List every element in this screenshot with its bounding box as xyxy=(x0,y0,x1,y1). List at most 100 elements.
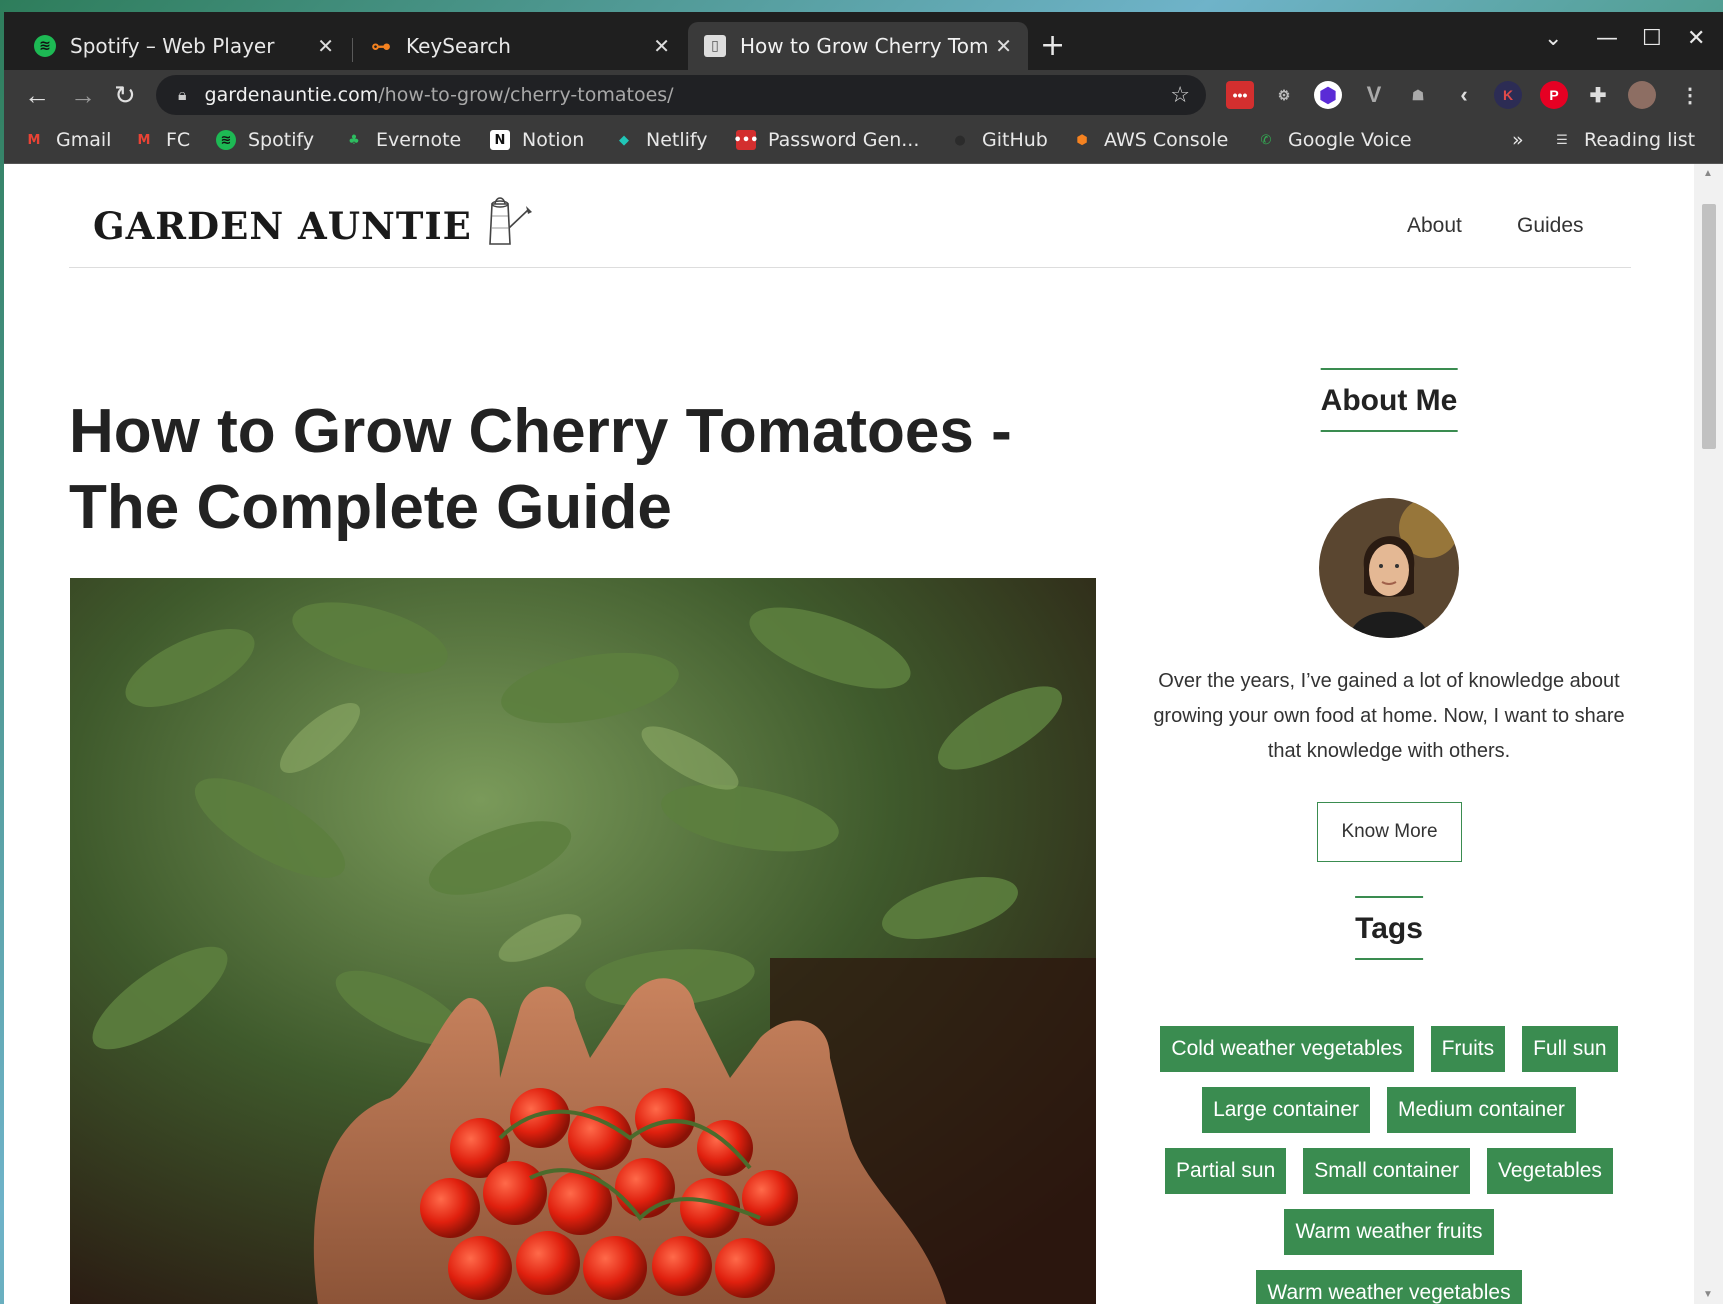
bookmark-evernote[interactable]: ♣ Evernote xyxy=(344,129,461,151)
bookmark-label: Gmail xyxy=(56,129,112,151)
bookmark-netlify[interactable]: ◆ Netlify xyxy=(614,129,708,151)
tag-row: Partial sun Small container Vegetables xyxy=(1134,1148,1644,1194)
tag-fruits[interactable]: Fruits xyxy=(1430,1026,1506,1072)
tags-list: Cold weather vegetables Fruits Full sun … xyxy=(1134,1026,1644,1304)
address-bar[interactable]: 🔒︎ gardenauntie.com/how-to-grow/cherry-t… xyxy=(156,75,1206,115)
tag-cold-weather-vegetables[interactable]: Cold weather vegetables xyxy=(1160,1026,1414,1072)
bookmark-label: GitHub xyxy=(982,129,1048,151)
bookmark-star-icon[interactable]: ☆ xyxy=(1170,83,1190,108)
profile-avatar[interactable] xyxy=(1628,81,1656,109)
bookmark-label: Notion xyxy=(522,129,585,151)
hexagon-extension-icon[interactable]: ⬢ xyxy=(1314,81,1342,109)
bookmark-label: Spotify xyxy=(248,129,315,151)
bookmark-github[interactable]: ● GitHub xyxy=(950,129,1048,151)
tag-row: Large container Medium container xyxy=(1134,1087,1644,1133)
site-logo[interactable]: GARDEN AUNTIE xyxy=(93,194,534,248)
scroll-down-arrow-icon[interactable]: ▼ xyxy=(1703,1289,1713,1300)
web-page: GARDEN AUNTIE About Guides How to Grow C… xyxy=(4,164,1694,1304)
tag-small-container[interactable]: Small container xyxy=(1303,1148,1470,1194)
tab-cherry-tomatoes[interactable]: ▯ How to Grow Cherry Toma ✕ xyxy=(688,22,1028,70)
lock-icon[interactable]: 🔒︎ xyxy=(178,85,187,105)
bookmark-spotify[interactable]: ≋ Spotify xyxy=(216,129,314,151)
bookmarks-bar: M Gmail M FC ≋ Spotify ♣ Evernote N Notion ◆ N… xyxy=(4,120,1723,164)
watering-can-icon xyxy=(489,197,532,245)
bookmark-google-voice[interactable]: ✆ Google Voice xyxy=(1256,129,1412,151)
page-scrollbar[interactable]: ▲ ▼ xyxy=(1694,164,1723,1304)
tag-warm-weather-vegetables[interactable]: Warm weather vegetables xyxy=(1256,1270,1522,1304)
cherry-tomatoes-photo xyxy=(70,578,1096,1304)
reload-icon[interactable]: ↻ xyxy=(114,80,136,111)
new-tab-icon[interactable]: + xyxy=(1040,28,1065,63)
bookmark-aws-console[interactable]: ⬢ AWS Console xyxy=(1072,129,1228,151)
tag-row: Warm weather fruits xyxy=(1134,1209,1644,1255)
know-more-button[interactable]: Know More xyxy=(1317,802,1462,862)
spotify-icon: ≋ xyxy=(216,130,236,150)
k-extension-icon[interactable]: K xyxy=(1494,81,1522,109)
tag-partial-sun[interactable]: Partial sun xyxy=(1165,1148,1287,1194)
tab-title: Spotify – Web Player xyxy=(70,34,275,58)
keysearch-icon: ⊶ xyxy=(371,34,391,58)
tab-keysearch[interactable]: ⊶ KeySearch ✕ xyxy=(354,22,686,70)
password-extension-icon[interactable]: ••• xyxy=(1226,81,1254,109)
gear-extension-icon[interactable]: ⚙ xyxy=(1270,81,1298,109)
tab-title: How to Grow Cherry Toma xyxy=(740,34,988,58)
bookmarks-overflow-button[interactable]: » xyxy=(1512,129,1524,151)
bookmark-label: Password Gen... xyxy=(768,129,920,151)
article-title: How to Grow Cherry Tomatoes - The Comple… xyxy=(69,397,1012,542)
pinterest-icon[interactable]: P xyxy=(1540,81,1568,109)
netlify-icon: ◆ xyxy=(619,132,629,148)
maximize-icon[interactable]: ☐ xyxy=(1642,26,1662,51)
reading-list-button[interactable]: ☰ Reading list xyxy=(1552,129,1695,151)
v-extension-icon[interactable]: V xyxy=(1360,81,1388,109)
tag-large-container[interactable]: Large container xyxy=(1202,1087,1370,1133)
reading-list-label: Reading list xyxy=(1584,129,1696,151)
password-icon: ••• xyxy=(734,130,758,150)
spotify-icon: ≋ xyxy=(34,35,56,57)
arrow-extension-icon[interactable]: ‹ xyxy=(1450,81,1478,109)
tag-full-sun[interactable]: Full sun xyxy=(1522,1026,1618,1072)
close-tab-icon[interactable]: ✕ xyxy=(995,34,1012,58)
close-window-icon[interactable]: ✕ xyxy=(1687,26,1705,51)
tag-row: Cold weather vegetables Fruits Full sun xyxy=(1134,1026,1644,1072)
evernote-icon: ♣ xyxy=(348,132,360,148)
ghost-extension-icon[interactable]: ☗ xyxy=(1404,81,1432,109)
bookmark-label: Evernote xyxy=(376,129,462,151)
nav-about[interactable]: About xyxy=(1407,214,1462,238)
bookmark-label: AWS Console xyxy=(1104,129,1229,151)
tab-search-icon[interactable]: ⌄ xyxy=(1544,26,1562,51)
scroll-up-arrow-icon[interactable]: ▲ xyxy=(1703,168,1713,179)
tag-row: Warm weather vegetables xyxy=(1134,1270,1644,1304)
author-photo xyxy=(1319,498,1459,638)
tab-spotify[interactable]: ≋ Spotify – Web Player ✕ xyxy=(18,22,350,70)
tag-vegetables[interactable]: Vegetables xyxy=(1487,1148,1613,1194)
overflow-chevron-icon: » xyxy=(1512,129,1524,151)
minimize-icon[interactable]: — xyxy=(1596,26,1618,51)
close-tab-icon[interactable]: ✕ xyxy=(653,34,670,58)
bookmark-notion[interactable]: N Notion xyxy=(490,129,584,151)
menu-icon[interactable]: ⋮ xyxy=(1676,81,1704,109)
bookmark-label: Netlify xyxy=(646,129,708,151)
extensions-icon[interactable]: ✚ xyxy=(1584,81,1612,109)
bookmark-password-gen[interactable]: ••• Password Gen... xyxy=(734,129,920,151)
bookmark-label: FC xyxy=(166,129,191,151)
tab-divider xyxy=(352,38,353,62)
about-me-text: Over the years, I’ve gained a lot of kno… xyxy=(1153,670,1625,762)
close-tab-icon[interactable]: ✕ xyxy=(317,34,334,58)
voice-icon: ✆ xyxy=(1260,132,1272,148)
author-avatar xyxy=(1319,498,1459,638)
back-icon[interactable]: ← xyxy=(24,80,50,111)
browser-toolbar: ← → ↻ 🔒︎ gardenauntie.com/how-to-grow/ch… xyxy=(4,70,1723,120)
bookmark-fc[interactable]: M FC xyxy=(134,129,191,151)
reading-list-icon: ☰ xyxy=(1556,132,1568,148)
nav-guides[interactable]: Guides xyxy=(1517,214,1584,238)
forward-icon[interactable]: → xyxy=(70,80,96,111)
page-icon: ▯ xyxy=(704,35,726,57)
tag-medium-container[interactable]: Medium container xyxy=(1387,1087,1576,1133)
site-header: GARDEN AUNTIE About Guides xyxy=(69,164,1631,268)
scrollbar-thumb[interactable] xyxy=(1702,204,1716,449)
bookmark-gmail[interactable]: M Gmail xyxy=(24,129,112,151)
tag-warm-weather-fruits[interactable]: Warm weather fruits xyxy=(1284,1209,1494,1255)
hero-image xyxy=(70,578,1096,1304)
tab-title: KeySearch xyxy=(406,34,511,58)
about-me-heading: About Me xyxy=(1320,368,1458,432)
